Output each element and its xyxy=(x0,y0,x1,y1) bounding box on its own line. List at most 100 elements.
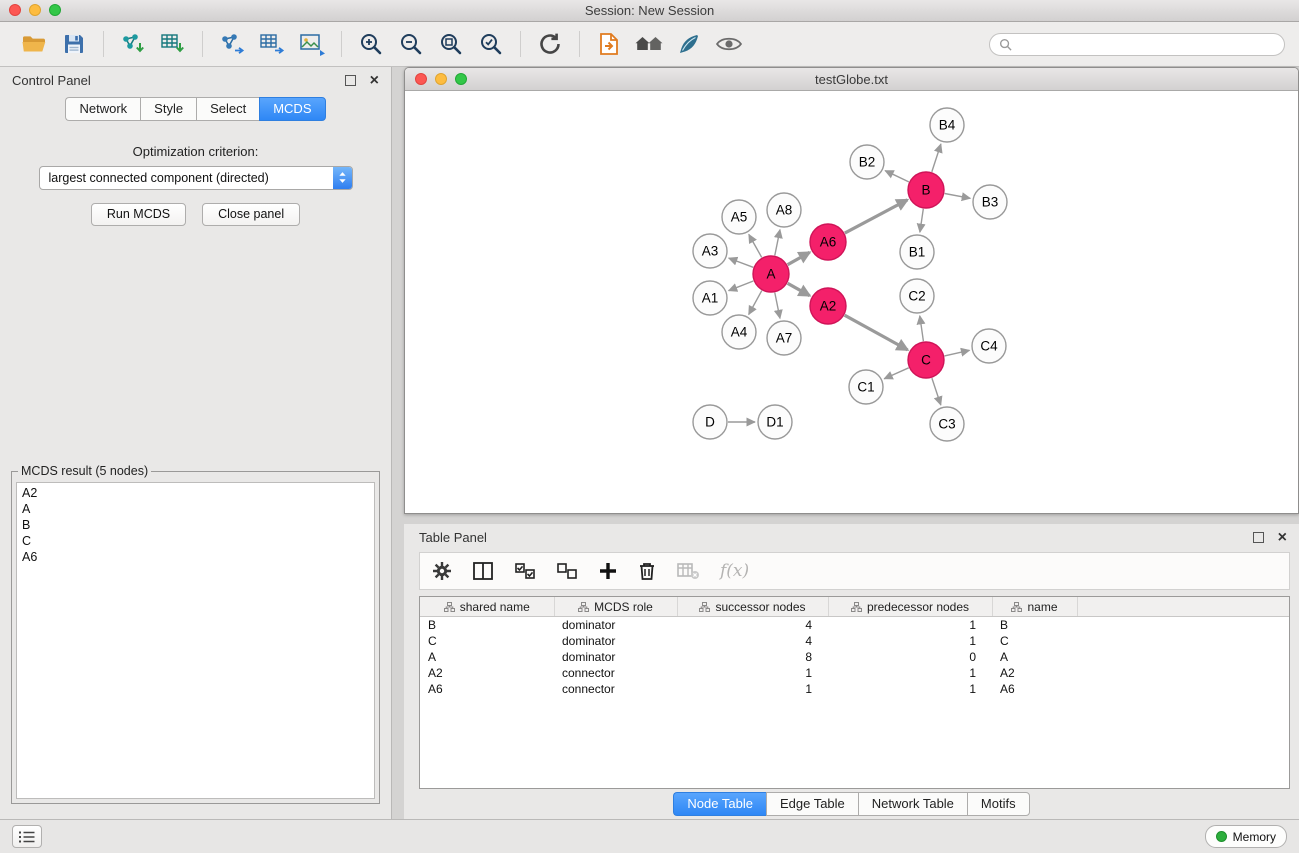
graph-node-B1[interactable]: B1 xyxy=(900,235,934,269)
dropdown-stepper-icon[interactable] xyxy=(333,167,352,189)
zoom-window-button[interactable] xyxy=(49,4,61,16)
import-network-button[interactable] xyxy=(116,27,150,61)
graph-edge-A-A2[interactable] xyxy=(788,283,810,295)
graph-edge-A-A3[interactable] xyxy=(729,258,754,267)
export-network-button[interactable] xyxy=(215,27,249,61)
graph-node-B[interactable]: B xyxy=(908,172,944,208)
node-table-container[interactable]: shared name MCDS role xyxy=(419,596,1290,789)
graph-edge-A-A8[interactable] xyxy=(775,230,780,256)
node-table-row[interactable]: Bdominator41B xyxy=(420,617,1289,634)
search-input[interactable] xyxy=(1017,36,1275,52)
network-graph[interactable]: B4 B2 B B3 A8 A5 A6 A3 B1 A C2 A1 A2 A4 A7 C4 C C1 C3 D D1 xyxy=(405,91,1298,513)
tab-mcds[interactable]: MCDS xyxy=(259,97,325,121)
graph-edge-C-C2[interactable] xyxy=(920,316,924,341)
graph-node-C4[interactable]: C4 xyxy=(972,329,1006,363)
graph-edge-B-B4[interactable] xyxy=(932,144,941,172)
graph-node-B4[interactable]: B4 xyxy=(930,108,964,142)
export-image-button[interactable] xyxy=(295,27,329,61)
graph-node-D[interactable]: D xyxy=(693,405,727,439)
memory-button[interactable]: Memory xyxy=(1205,825,1287,848)
float-panel-icon[interactable] xyxy=(345,75,356,86)
tab-node-table[interactable]: Node Table xyxy=(673,792,766,816)
network-minimize-button[interactable] xyxy=(435,73,447,85)
show-columns-button[interactable] xyxy=(472,561,494,581)
close-window-button[interactable] xyxy=(9,4,21,16)
graph-edge-A2-C[interactable] xyxy=(845,315,908,350)
minimize-window-button[interactable] xyxy=(29,4,41,16)
column-header-name[interactable]: name xyxy=(992,597,1077,617)
graph-node-B3[interactable]: B3 xyxy=(973,185,1007,219)
tab-style[interactable]: Style xyxy=(140,97,196,121)
network-canvas[interactable]: B4 B2 B B3 A8 A5 A6 A3 B1 A C2 A1 A2 A4 A7 C4 C C1 C3 D D1 xyxy=(405,91,1298,513)
graph-edge-B-B3[interactable] xyxy=(945,194,971,199)
close-panel-button[interactable]: Close panel xyxy=(202,203,300,227)
graph-edge-A-A1[interactable] xyxy=(729,281,754,291)
graph-node-A4[interactable]: A4 xyxy=(722,315,756,349)
graph-node-A6[interactable]: A6 xyxy=(810,224,846,260)
graph-node-A8[interactable]: A8 xyxy=(767,193,801,227)
close-panel-icon[interactable]: × xyxy=(370,73,379,89)
graph-edge-A-A7[interactable] xyxy=(775,293,780,319)
column-header-shared-name[interactable]: shared name xyxy=(420,597,554,617)
zoom-selected-button[interactable] xyxy=(474,27,508,61)
criterion-dropdown[interactable]: largest connected component (directed) xyxy=(39,166,353,190)
graph-node-A7[interactable]: A7 xyxy=(767,321,801,355)
graph-edge-A-A6[interactable] xyxy=(788,252,810,264)
mcds-result-item[interactable]: A6 xyxy=(22,549,369,565)
node-table-row[interactable]: A2connector11A2 xyxy=(420,665,1289,681)
graph-node-A5[interactable]: A5 xyxy=(722,200,756,234)
float-table-panel-icon[interactable] xyxy=(1253,532,1264,543)
save-session-button[interactable] xyxy=(57,27,91,61)
visibility-button[interactable] xyxy=(712,27,746,61)
graph-node-C[interactable]: C xyxy=(908,342,944,378)
run-mcds-button[interactable]: Run MCDS xyxy=(91,203,186,227)
export-table-button[interactable] xyxy=(255,27,289,61)
graph-node-B2[interactable]: B2 xyxy=(850,145,884,179)
node-table-row[interactable]: Cdominator41C xyxy=(420,633,1289,649)
deselect-all-button[interactable] xyxy=(556,561,578,581)
column-header-predecessor-nodes[interactable]: predecessor nodes xyxy=(828,597,992,617)
mcds-result-item[interactable]: C xyxy=(22,533,369,549)
import-table-button[interactable] xyxy=(156,27,190,61)
mcds-result-item[interactable]: A xyxy=(22,501,369,517)
delete-table-button[interactable] xyxy=(676,561,700,581)
graph-node-A[interactable]: A xyxy=(753,256,789,292)
zoom-out-button[interactable] xyxy=(394,27,428,61)
graph-node-C2[interactable]: C2 xyxy=(900,279,934,313)
zoom-fit-button[interactable] xyxy=(434,27,468,61)
node-table-row[interactable]: A6connector11A6 xyxy=(420,681,1289,697)
graph-node-C3[interactable]: C3 xyxy=(930,407,964,441)
export-document-button[interactable] xyxy=(592,27,626,61)
tab-select[interactable]: Select xyxy=(196,97,259,121)
graph-edge-C-C1[interactable] xyxy=(884,368,909,379)
tab-motifs[interactable]: Motifs xyxy=(967,792,1030,816)
column-header-mcds-role[interactable]: MCDS role xyxy=(554,597,677,617)
delete-column-button[interactable] xyxy=(638,561,656,581)
task-history-button[interactable] xyxy=(12,825,42,848)
network-close-button[interactable] xyxy=(415,73,427,85)
node-table-row[interactable]: Adominator80A xyxy=(420,649,1289,665)
graph-edge-A-A4[interactable] xyxy=(749,291,762,315)
graph-node-A2[interactable]: A2 xyxy=(810,288,846,324)
tab-network-table[interactable]: Network Table xyxy=(858,792,967,816)
table-settings-button[interactable] xyxy=(432,561,452,581)
graph-node-A3[interactable]: A3 xyxy=(693,234,727,268)
graph-edge-A6-B[interactable] xyxy=(845,200,908,233)
open-session-button[interactable] xyxy=(17,27,51,61)
graph-node-C1[interactable]: C1 xyxy=(849,370,883,404)
column-header-successor-nodes[interactable]: successor nodes xyxy=(677,597,828,617)
add-column-button[interactable] xyxy=(598,561,618,581)
select-all-button[interactable] xyxy=(514,561,536,581)
mcds-result-item[interactable]: B xyxy=(22,517,369,533)
graph-edge-C-C3[interactable] xyxy=(932,378,941,405)
style-button[interactable] xyxy=(672,27,706,61)
graph-node-D1[interactable]: D1 xyxy=(758,405,792,439)
graph-edge-B-B2[interactable] xyxy=(885,171,909,182)
graph-node-A1[interactable]: A1 xyxy=(693,281,727,315)
mcds-result-item[interactable]: A2 xyxy=(22,485,369,501)
network-zoom-button[interactable] xyxy=(455,73,467,85)
graph-edge-B-B1[interactable] xyxy=(920,209,923,232)
home-button[interactable] xyxy=(632,27,666,61)
function-builder-button[interactable]: f(x) xyxy=(720,561,749,581)
graph-edge-A-A5[interactable] xyxy=(749,234,762,257)
